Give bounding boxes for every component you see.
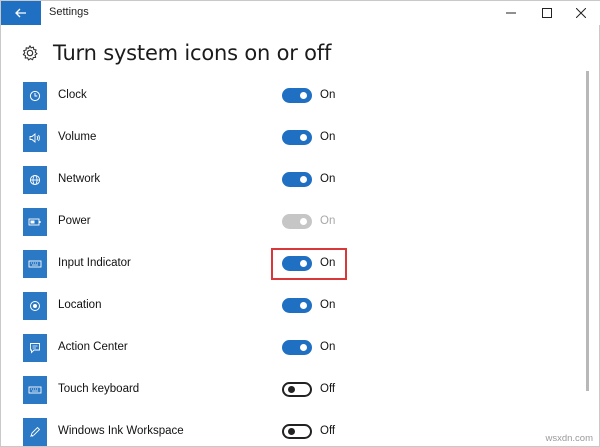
toggle-state: Off	[320, 425, 336, 437]
pen-icon	[23, 418, 47, 446]
toggle-knob	[288, 428, 295, 435]
toggle-state: On	[320, 89, 336, 101]
location-icon	[23, 292, 47, 320]
list-item-location: Location On	[1, 285, 581, 327]
volume-toggle[interactable]	[282, 130, 312, 145]
list-item-action-center: Action Center On	[1, 327, 581, 369]
title-bar: Settings	[1, 1, 600, 25]
action-center-icon	[23, 334, 47, 362]
item-label: Location	[58, 299, 102, 311]
back-arrow-icon	[15, 8, 26, 18]
toggle-state: On	[320, 215, 336, 227]
power-toggle	[282, 214, 312, 229]
settings-window: Settings Turn system icons on or off Clo…	[0, 0, 600, 447]
back-button[interactable]	[1, 1, 41, 25]
clock-toggle[interactable]	[282, 88, 312, 103]
item-label: Windows Ink Workspace	[58, 425, 184, 437]
toggle-state: On	[320, 173, 336, 185]
close-button[interactable]	[563, 1, 599, 25]
list-item-touch-keyboard: Touch keyboard Off	[1, 369, 581, 411]
item-label: Touch keyboard	[58, 383, 140, 395]
item-label: Clock	[58, 89, 87, 101]
page-header: Turn system icons on or off	[21, 39, 331, 67]
list-item-power: Power On	[1, 201, 581, 243]
maximize-button[interactable]	[529, 1, 565, 25]
toggle-state: On	[320, 299, 336, 311]
toggle-knob	[300, 92, 307, 99]
clock-icon	[23, 82, 47, 110]
list-item-volume: Volume On	[1, 117, 581, 159]
window-title: Settings	[49, 6, 89, 18]
toggle-knob	[300, 302, 307, 309]
minimize-button[interactable]	[493, 1, 529, 25]
keyboard-icon	[23, 250, 47, 278]
list-item-clock: Clock On	[1, 75, 581, 117]
globe-icon	[23, 166, 47, 194]
toggle-knob	[300, 134, 307, 141]
battery-icon	[23, 208, 47, 236]
item-label: Input Indicator	[58, 257, 131, 269]
toggle-state: Off	[320, 383, 336, 395]
toggle-state: On	[320, 131, 336, 143]
close-icon	[576, 8, 586, 18]
gear-icon	[22, 45, 38, 61]
toggle-knob	[300, 218, 307, 225]
action-center-toggle[interactable]	[282, 340, 312, 355]
item-label: Volume	[58, 131, 97, 143]
item-label: Power	[58, 215, 91, 227]
touch-keyboard-toggle[interactable]	[282, 382, 312, 397]
location-toggle[interactable]	[282, 298, 312, 313]
scrollbar[interactable]	[586, 71, 589, 391]
list-item-network: Network On	[1, 159, 581, 201]
item-label: Network	[58, 173, 101, 185]
minimize-icon	[506, 12, 516, 14]
toggle-knob	[300, 176, 307, 183]
watermark: wsxdn.com	[545, 433, 593, 444]
speaker-icon	[23, 124, 47, 152]
keyboard-icon	[23, 376, 47, 404]
windows-ink-workspace-toggle[interactable]	[282, 424, 312, 439]
toggle-knob	[300, 344, 307, 351]
maximize-icon	[542, 8, 552, 18]
list-item-windows-ink-workspace: Windows Ink Workspace Off	[1, 411, 581, 447]
highlight-box	[271, 248, 347, 280]
toggle-state: On	[320, 341, 336, 353]
item-label: Action Center	[58, 341, 128, 353]
page-title: Turn system icons on or off	[53, 41, 332, 65]
toggle-knob	[288, 386, 295, 393]
network-toggle[interactable]	[282, 172, 312, 187]
